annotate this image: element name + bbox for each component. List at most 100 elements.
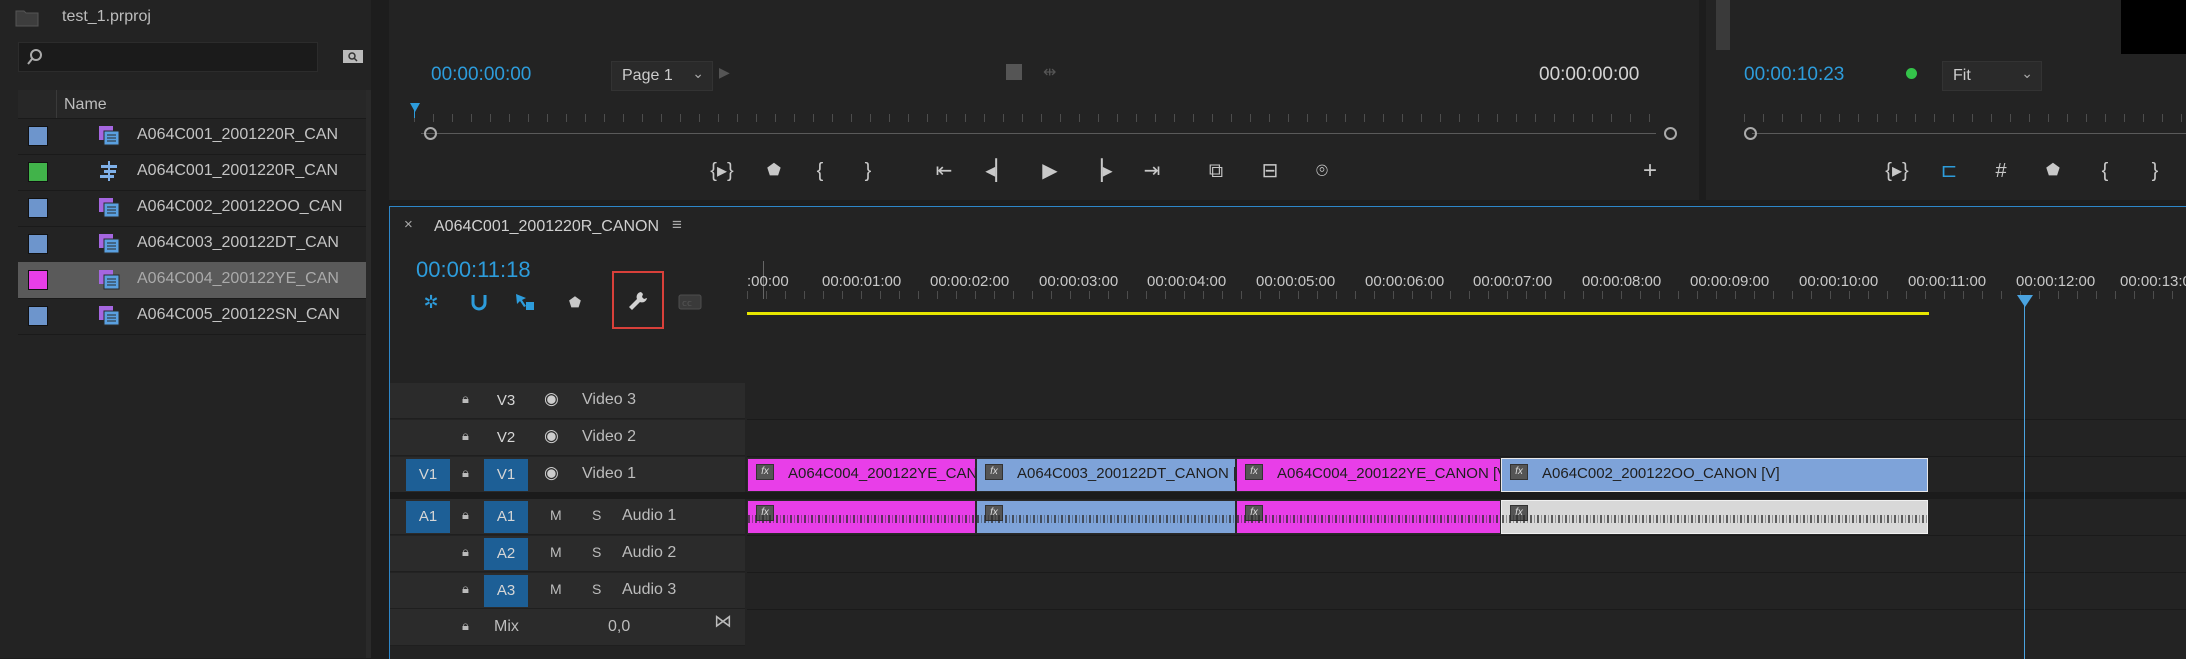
lock-icon[interactable]: 🔒︎ <box>462 618 469 634</box>
mute-button[interactable]: M <box>550 581 562 597</box>
export-frame-icon[interactable]: ⌾ <box>1307 156 1337 186</box>
audio-waveform <box>1502 515 1927 523</box>
button-editor-icon[interactable]: + <box>1635 156 1665 186</box>
source-zoom-bar[interactable] <box>421 133 1656 134</box>
search-input[interactable] <box>49 46 313 68</box>
timeline-panel: × A064C001_2001220R_CANON ≡ 00:00:11:18 … <box>389 206 2186 659</box>
go-to-out-icon[interactable]: ⇥ <box>1137 156 1167 186</box>
grid-icon[interactable]: # <box>1986 156 2016 186</box>
snap-icon[interactable] <box>464 289 494 315</box>
track-target-a1[interactable]: A1 <box>484 501 528 533</box>
label-color-swatch[interactable] <box>28 162 48 182</box>
collapse-icon[interactable]: ⋈ <box>714 611 732 632</box>
lock-icon[interactable]: 🔒︎ <box>462 544 469 560</box>
source-patch-a1[interactable]: A1 <box>406 501 450 533</box>
project-scrollbar[interactable] <box>366 90 371 658</box>
solo-button[interactable]: S <box>592 507 601 523</box>
solo-button[interactable]: S <box>592 544 601 560</box>
timeline-playhead[interactable] <box>2017 295 2033 307</box>
track-target-v3[interactable]: V3 <box>484 385 528 417</box>
lock-icon[interactable]: 🔒︎ <box>462 428 469 444</box>
video-clip[interactable]: fx A064C002_200122OO_CANON [V] <box>1501 458 1928 492</box>
tab-menu-icon[interactable]: ≡ <box>672 215 682 235</box>
find-icon[interactable] <box>340 44 366 68</box>
track-target-a3[interactable]: A3 <box>484 575 528 607</box>
eye-icon[interactable]: ◉ <box>544 463 559 483</box>
eye-icon[interactable]: ◉ <box>544 426 559 446</box>
overwrite-icon[interactable]: ⊟ <box>1255 156 1285 186</box>
nest-toggle-icon[interactable]: ✲ <box>416 289 446 315</box>
eye-icon[interactable]: ◉ <box>544 389 559 409</box>
lock-icon[interactable]: 🔒︎ <box>462 507 469 523</box>
sequence-tab-title[interactable]: A064C001_2001220R_CANON <box>434 218 659 236</box>
program-mark-out-icon[interactable]: } <box>2140 156 2170 186</box>
source-playhead-icon[interactable] <box>410 103 420 112</box>
add-marker-icon[interactable]: {▸} <box>707 156 737 186</box>
track-target-v1[interactable]: V1 <box>484 459 528 491</box>
video-clip-name: A064C002_200122OO_CANON [V] <box>1542 465 1780 482</box>
label-color-swatch[interactable] <box>28 306 48 326</box>
project-item[interactable]: A064C001_2001220R_CAN <box>18 154 366 191</box>
lock-icon[interactable]: 🔒︎ <box>462 581 469 597</box>
mark-out-icon[interactable]: } <box>853 156 883 186</box>
drag-video-icon[interactable] <box>1006 64 1022 80</box>
label-color-swatch[interactable] <box>28 198 48 218</box>
go-to-in-icon[interactable]: ⇤ <box>929 156 959 186</box>
play-icon[interactable]: ▶ <box>1035 156 1065 186</box>
project-item[interactable]: A064C003_200122DT_CAN <box>18 226 366 263</box>
zoom-handle-right[interactable] <box>1664 127 1677 140</box>
mute-button[interactable]: M <box>550 507 562 523</box>
audio-clip[interactable]: fx <box>747 500 976 534</box>
source-timecode-left[interactable]: 00:00:00:00 <box>431 64 531 86</box>
mute-button[interactable]: M <box>550 544 562 560</box>
play-arrow-icon[interactable]: ▶ <box>719 64 730 81</box>
program-zoom-handle[interactable] <box>1744 127 1757 140</box>
project-item[interactable]: A064C005_200122SN_CAN <box>18 298 366 335</box>
track-target-v2[interactable]: V2 <box>484 422 528 454</box>
project-item[interactable]: A064C001_2001220R_CAN <box>18 118 366 155</box>
wrench-icon[interactable] <box>624 287 652 315</box>
mark-in-icon[interactable]: { <box>805 156 835 186</box>
project-item[interactable]: A064C002_200122OO_CAN <box>18 190 366 227</box>
captions-icon[interactable]: cc <box>676 291 704 313</box>
step-back-icon[interactable]: ◂▏ <box>983 156 1013 186</box>
audio-clip[interactable]: fx <box>1236 500 1501 534</box>
timeline-timecode[interactable]: 00:00:11:18 <box>416 257 531 283</box>
source-patch-v1[interactable]: V1 <box>406 459 450 491</box>
zoom-handle-left[interactable] <box>424 127 437 140</box>
program-mark-in-icon[interactable]: { <box>2090 156 2120 186</box>
project-item[interactable]: A064C004_200122YE_CAN <box>18 262 366 299</box>
lock-icon[interactable]: 🔒︎ <box>462 391 469 407</box>
audio-clip[interactable]: fx <box>976 500 1236 534</box>
add-marker-icon[interactable]: ⬟ <box>562 289 588 315</box>
track-target-a2[interactable]: A2 <box>484 538 528 570</box>
close-tab-icon[interactable]: × <box>404 216 413 233</box>
program-marker-icon[interactable]: ⬟ <box>2038 156 2068 186</box>
step-forward-icon[interactable]: ▕▸ <box>1085 156 1115 186</box>
fit-dropdown[interactable]: Fit ⌄ <box>1942 61 2042 91</box>
program-timecode[interactable]: 00:00:10:23 <box>1744 64 1844 86</box>
drag-audio-icon[interactable]: ⇹ <box>1043 62 1056 82</box>
source-monitor: 00:00:00:00 Page 1 ⌄ ▶ ⇹ 00:00:00:00 {▸}… <box>389 0 1699 200</box>
label-color-swatch[interactable] <box>28 126 48 146</box>
audio-clip[interactable]: fx <box>1501 500 1928 534</box>
label-color-swatch[interactable] <box>28 234 48 254</box>
marker-icon[interactable]: ⬟ <box>759 156 789 186</box>
page-dropdown[interactable]: Page 1 ⌄ <box>611 61 713 91</box>
linked-selection-icon[interactable] <box>510 289 540 315</box>
work-area-bar[interactable] <box>747 312 1929 315</box>
video-clip[interactable]: fx A064C004_200122YE_CANON [V <box>1236 458 1501 492</box>
mix-value[interactable]: 0,0 <box>608 618 630 636</box>
program-zoom-bar[interactable] <box>1752 133 2186 134</box>
project-search-field[interactable] <box>18 42 318 72</box>
insert-icon[interactable]: ⧉ <box>1201 156 1231 186</box>
ruler-toggle-icon[interactable]: ⊏ <box>1934 156 1964 186</box>
column-name-header[interactable]: Name <box>64 96 107 114</box>
video-clip[interactable]: fx A064C003_200122DT_CANON [V] <box>976 458 1236 492</box>
video-clip[interactable]: fx A064C004_200122YE_CANO <box>747 458 976 492</box>
program-add-marker-icon[interactable]: {▸} <box>1882 156 1912 186</box>
lock-icon[interactable]: 🔒︎ <box>462 465 469 481</box>
chevron-down-icon: ⌄ <box>2021 65 2033 81</box>
label-color-swatch[interactable] <box>28 270 48 290</box>
solo-button[interactable]: S <box>592 581 601 597</box>
